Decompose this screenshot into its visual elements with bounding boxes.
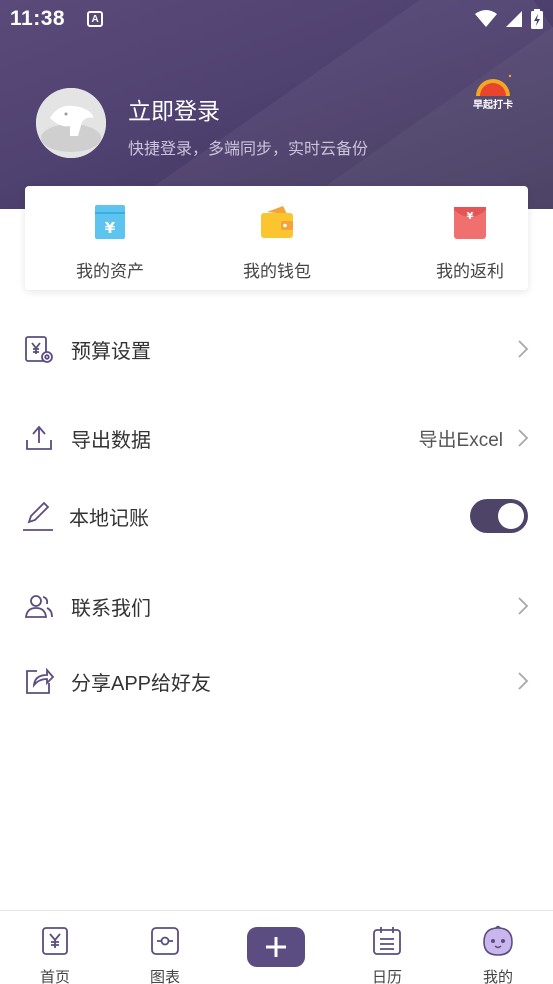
toggle-knob [498,503,524,529]
chart-icon [151,927,179,955]
my-rebate-button[interactable]: ¥ 我的返利 [410,202,530,282]
login-title[interactable]: 立即登录 [128,92,220,126]
my-assets-button[interactable]: ¥ 我的资产 [50,202,170,282]
menu-contact-us[interactable]: 联系我们 [0,581,553,631]
avatar[interactable] [36,88,106,158]
signal-icon [506,11,522,27]
plus-icon [266,937,286,957]
pencil-icon [23,501,53,531]
asset-yen-icon: ¥ [95,205,125,239]
home-ledger-icon [42,927,68,955]
share-icon [26,667,55,694]
contacts-icon [24,595,53,618]
chevron-right-icon [518,340,529,358]
my-wallet-label: 我的钱包 [243,262,311,281]
tab-mine-label: 我的 [482,969,513,984]
notification-badge: A [87,11,104,27]
early-checkin-button[interactable]: 早起打卡 [470,72,516,112]
calendar-icon [373,927,401,955]
menu-share-app[interactable]: 分享APP给好友 [0,656,553,706]
status-bar: 11:38 A [0,0,553,38]
tab-home-label: 首页 [39,969,70,984]
chevron-right-icon [518,597,529,615]
menu-local-bookkeeping: 本地记账 [0,491,553,541]
my-assets-label: 我的资产 [76,262,144,281]
sunrise-icon [476,74,512,96]
contact-us-label: 联系我们 [71,597,151,620]
svg-text:¥: ¥ [105,219,116,237]
budget-settings-label: 预算设置 [71,340,151,363]
avatar-bird-icon [36,88,106,158]
my-wallet-button[interactable]: 我的钱包 [217,202,337,282]
status-icons [475,9,543,29]
tab-chart-label: 图表 [149,969,180,984]
tab-home[interactable]: 首页 [20,925,90,984]
menu-export-data[interactable]: 导出数据 导出Excel [0,413,553,463]
wifi-icon [475,10,497,27]
mine-mascot-icon [483,925,513,956]
my-rebate-label: 我的返利 [436,262,504,281]
tab-calendar-label: 日历 [371,969,402,984]
tab-calendar[interactable]: 日历 [352,925,422,984]
quick-actions-card: ¥ 我的资产 我的钱包 ¥ 我的返利 [25,186,528,290]
red-envelope-icon: ¥ [454,207,486,239]
bottom-tab-bar: 首页 图表 日历 我的 [0,910,553,984]
tab-mine[interactable]: 我的 [463,925,533,984]
checkin-label: 早起打卡 [473,100,513,111]
wallet-icon [261,206,293,238]
local-bookkeeping-label: 本地记账 [69,507,149,530]
battery-icon [531,9,543,29]
export-excel-value: 导出Excel [418,429,503,451]
tab-chart[interactable]: 图表 [130,925,200,984]
share-app-label: 分享APP给好友 [71,672,212,695]
local-bookkeeping-toggle[interactable] [470,499,528,533]
add-record-button[interactable] [247,927,305,967]
chevron-right-icon [518,429,529,447]
svg-text:¥: ¥ [467,211,474,222]
login-subtitle: 快捷登录，多端同步，实时云备份 [128,141,369,158]
status-time: 11:38 [10,7,66,30]
export-data-label: 导出数据 [71,429,151,452]
chevron-right-icon [518,672,529,690]
menu-budget-settings[interactable]: 预算设置 [0,324,553,374]
export-upload-icon [26,425,52,450]
budget-settings-icon [25,336,53,363]
